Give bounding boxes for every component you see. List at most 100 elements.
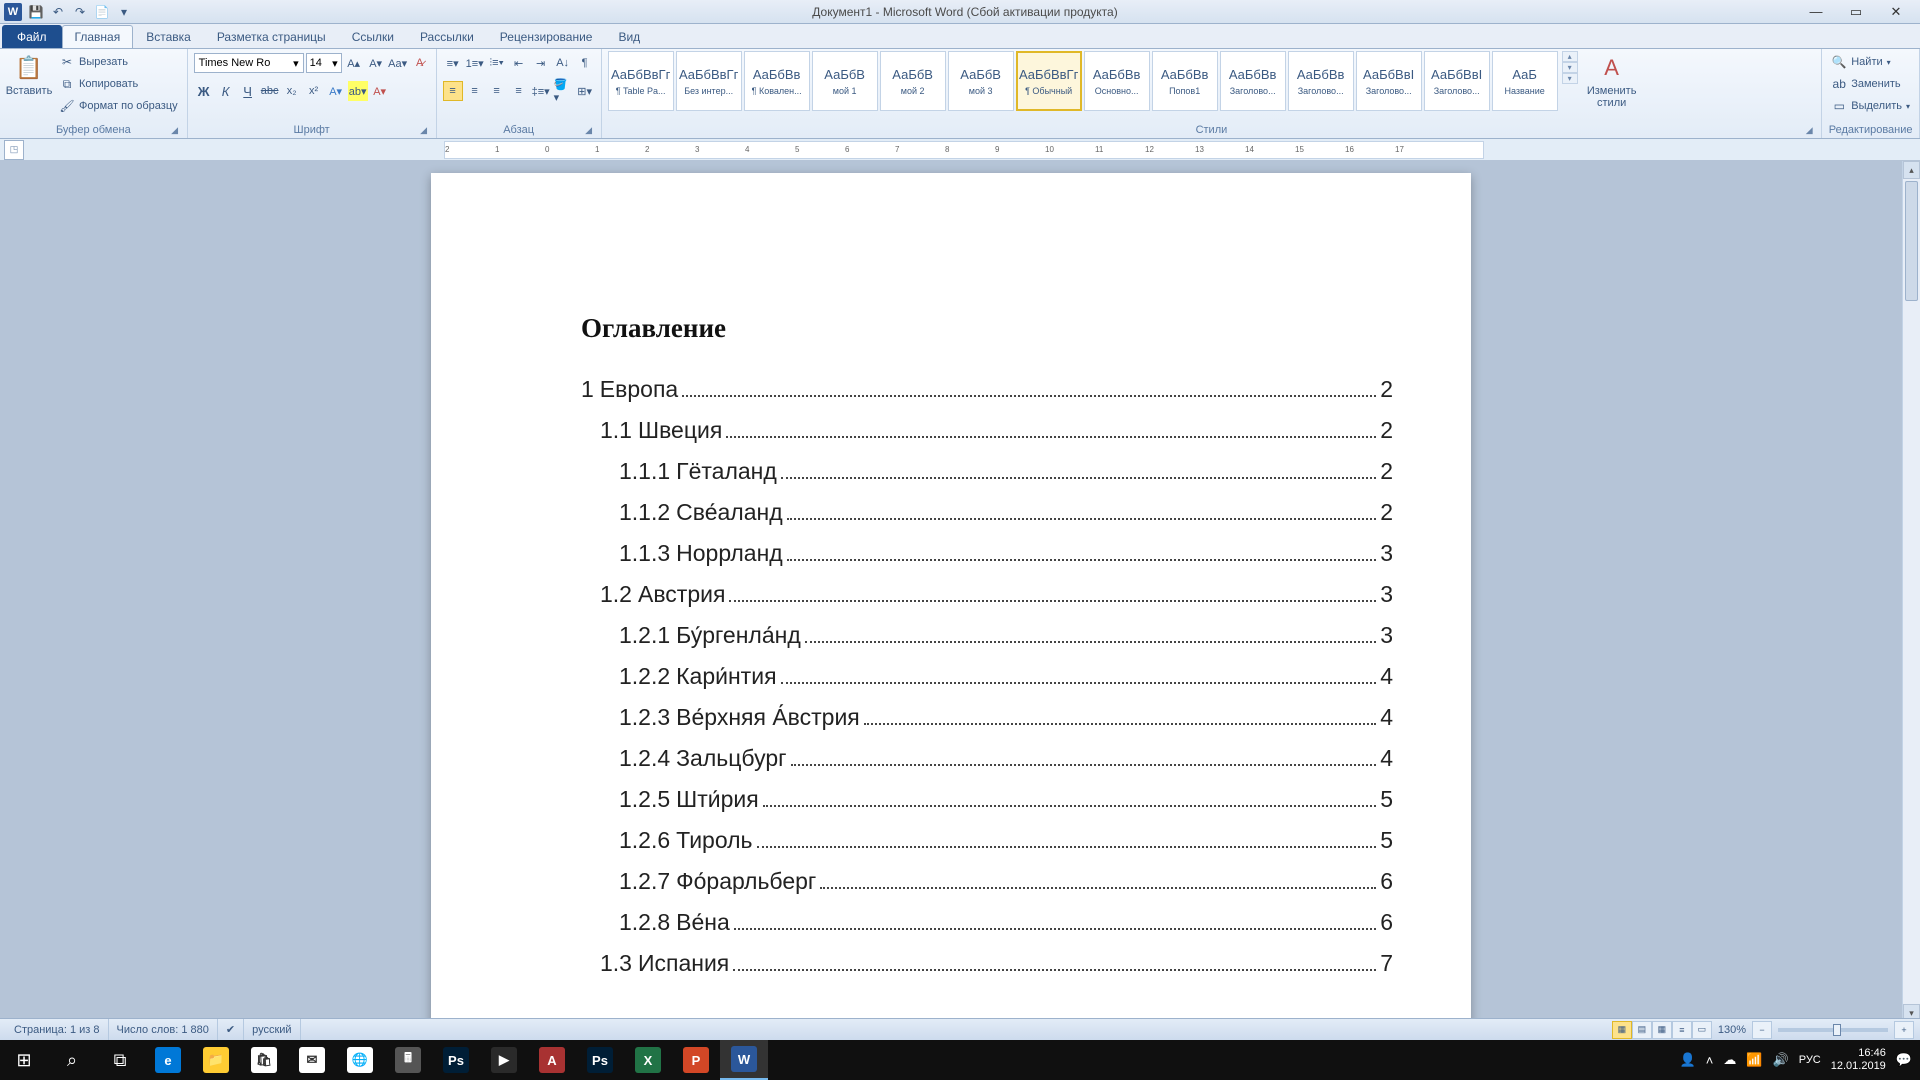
tab-layout[interactable]: Разметка страницы <box>204 25 339 48</box>
format-painter-button[interactable]: 🖌Формат по образцу <box>56 95 181 117</box>
style-item[interactable]: АаБбВвЗаголово... <box>1288 51 1354 111</box>
styles-launcher[interactable]: ◢ <box>1803 125 1815 137</box>
scroll-thumb[interactable] <box>1905 181 1918 301</box>
status-words[interactable]: Число слов: 1 880 <box>109 1019 218 1040</box>
tab-insert[interactable]: Вставка <box>133 25 204 48</box>
tb-explorer[interactable]: 📁 <box>192 1040 240 1080</box>
toc-entry[interactable]: 1.1.3 Норрланд 3 <box>581 540 1393 567</box>
font-launcher[interactable]: ◢ <box>418 125 430 137</box>
replace-button[interactable]: abЗаменить <box>1828 73 1913 95</box>
toc-entry[interactable]: 1.2.8 Ве́на 6 <box>581 909 1393 936</box>
tb-calc[interactable]: 🖩 <box>384 1040 432 1080</box>
tb-edge[interactable]: e <box>144 1040 192 1080</box>
shading-button[interactable]: 🪣▾ <box>553 81 573 101</box>
view-fullscreen[interactable]: ▤ <box>1632 1021 1652 1039</box>
line-spacing-button[interactable]: ‡≡▾ <box>531 81 551 101</box>
tb-chrome[interactable]: 🌐 <box>336 1040 384 1080</box>
style-item[interactable]: АаБбВмой 3 <box>948 51 1014 111</box>
status-proofing[interactable]: ✔ <box>218 1019 244 1040</box>
zoom-knob[interactable] <box>1833 1024 1841 1036</box>
qat-redo[interactable]: ↷ <box>70 2 90 22</box>
view-draft[interactable]: ▭ <box>1692 1021 1712 1039</box>
zoom-slider[interactable] <box>1778 1028 1888 1032</box>
clear-format-button[interactable]: A̷ <box>410 53 430 73</box>
style-item[interactable]: АаБбВв¶ Ковален... <box>744 51 810 111</box>
align-right-button[interactable]: ≡ <box>487 81 507 101</box>
toc-entry[interactable]: 1.2.4 Зальцбург 4 <box>581 745 1393 772</box>
task-view-button[interactable]: ⧉ <box>96 1040 144 1080</box>
style-item[interactable]: АаБбВвГгБез интер... <box>676 51 742 111</box>
multilevel-button[interactable]: ⫶≡▾ <box>487 53 507 73</box>
justify-button[interactable]: ≡ <box>509 81 529 101</box>
zoom-out-button[interactable]: − <box>1752 1021 1772 1039</box>
toc-entry[interactable]: 1.2.1 Бу́ргенла́нд 3 <box>581 622 1393 649</box>
status-language[interactable]: русский <box>244 1019 300 1040</box>
toc-entry[interactable]: 1.1.2 Све́аланд 2 <box>581 499 1393 526</box>
maximize-button[interactable]: ▭ <box>1836 1 1876 23</box>
tray-people-icon[interactable]: 👤 <box>1680 1052 1696 1068</box>
toc-entry[interactable]: 1.2 Австрия 3 <box>581 581 1393 608</box>
tray-notifications-icon[interactable]: 💬 <box>1896 1052 1912 1068</box>
subscript-button[interactable]: x₂ <box>282 81 302 101</box>
style-item[interactable]: АаБбВвОсновно... <box>1084 51 1150 111</box>
font-color-button[interactable]: A▾ <box>370 81 390 101</box>
style-item[interactable]: АаБбВмой 2 <box>880 51 946 111</box>
style-item[interactable]: АаБбВвIЗаголово... <box>1356 51 1422 111</box>
style-item[interactable]: АаБбВвЗаголово... <box>1220 51 1286 111</box>
tray-network-icon[interactable]: 📶 <box>1746 1052 1762 1068</box>
tab-view[interactable]: Вид <box>605 25 653 48</box>
toc-entry[interactable]: 1.2.3 Ве́рхняя А́встрия 4 <box>581 704 1393 731</box>
style-item[interactable]: АаБбВвГг¶ Обычный <box>1016 51 1082 111</box>
clipboard-launcher[interactable]: ◢ <box>169 125 181 137</box>
shrink-font-button[interactable]: A▾ <box>366 53 386 73</box>
tray-clock[interactable]: 16:46 12.01.2019 <box>1831 1047 1886 1073</box>
scroll-up-arrow[interactable]: ▴ <box>1903 161 1920 179</box>
tray-language[interactable]: РУС <box>1799 1054 1821 1066</box>
change-styles-button[interactable]: A Изменить стили <box>1582 51 1642 117</box>
tb-mail[interactable]: ✉ <box>288 1040 336 1080</box>
minimize-button[interactable]: — <box>1796 1 1836 23</box>
status-page[interactable]: Страница: 1 из 8 <box>6 1019 109 1040</box>
para-launcher[interactable]: ◢ <box>583 125 595 137</box>
show-marks-button[interactable]: ¶ <box>575 53 595 73</box>
toc-entry[interactable]: 1.3 Испания 7 <box>581 950 1393 977</box>
qat-new[interactable]: 📄 <box>92 2 112 22</box>
highlight-button[interactable]: ab▾ <box>348 81 368 101</box>
select-button[interactable]: ▭Выделить▾ <box>1828 95 1913 117</box>
tray-onedrive-icon[interactable]: ☁ <box>1723 1052 1736 1068</box>
strike-button[interactable]: abc <box>260 81 280 101</box>
styles-scroll[interactable]: ▴▾▾ <box>1562 51 1578 84</box>
borders-button[interactable]: ⊞▾ <box>575 81 595 101</box>
toc-entry[interactable]: 1.2.6 Тироль 5 <box>581 827 1393 854</box>
increase-indent-button[interactable]: ⇥ <box>531 53 551 73</box>
copy-button[interactable]: ⧉Копировать <box>56 73 181 95</box>
ruler-toggle[interactable]: ◳ <box>4 140 24 160</box>
zoom-level[interactable]: 130% <box>1718 1024 1746 1036</box>
qat-undo[interactable]: ↶ <box>48 2 68 22</box>
tab-review[interactable]: Рецензирование <box>487 25 606 48</box>
numbering-button[interactable]: 1≡▾ <box>465 53 485 73</box>
change-case-button[interactable]: Aa▾ <box>388 53 408 73</box>
search-button[interactable]: ⌕ <box>48 1040 96 1080</box>
decrease-indent-button[interactable]: ⇤ <box>509 53 529 73</box>
sort-button[interactable]: A↓ <box>553 53 573 73</box>
tb-movies[interactable]: ▶ <box>480 1040 528 1080</box>
tb-excel[interactable]: X <box>624 1040 672 1080</box>
view-outline[interactable]: ≡ <box>1672 1021 1692 1039</box>
tab-home[interactable]: Главная <box>62 25 134 48</box>
tray-chevron-icon[interactable]: ˄ <box>1706 1053 1714 1068</box>
view-print-layout[interactable]: ▦ <box>1612 1021 1632 1039</box>
toc-entry[interactable]: 1 Европа 2 <box>581 376 1393 403</box>
zoom-in-button[interactable]: + <box>1894 1021 1914 1039</box>
tb-store[interactable]: 🛍 <box>240 1040 288 1080</box>
italic-button[interactable]: К <box>216 81 236 101</box>
tb-word[interactable]: W <box>720 1040 768 1080</box>
text-effects-button[interactable]: A▾ <box>326 81 346 101</box>
qat-save[interactable]: 💾 <box>26 2 46 22</box>
tb-ps[interactable]: Ps <box>432 1040 480 1080</box>
toc-entry[interactable]: 1.1.1 Гёталанд 2 <box>581 458 1393 485</box>
style-item[interactable]: АаБбВвIЗаголово... <box>1424 51 1490 111</box>
find-button[interactable]: 🔍Найти▾ <box>1828 51 1913 73</box>
close-button[interactable]: ✕ <box>1876 1 1916 23</box>
align-left-button[interactable]: ≡ <box>443 81 463 101</box>
